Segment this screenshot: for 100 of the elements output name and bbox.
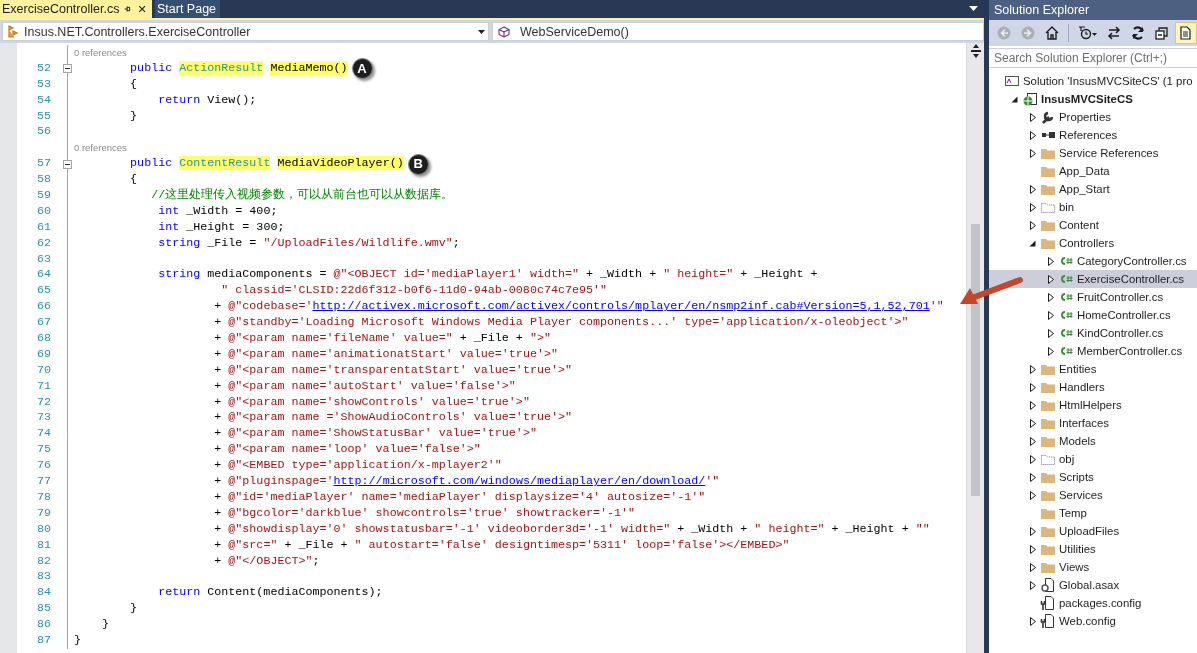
callout-marker: A	[351, 58, 373, 80]
tree-item[interactable]: ExerciseController.cs	[989, 270, 1197, 288]
tree-item[interactable]: References	[989, 126, 1197, 144]
tree-item[interactable]: Content	[989, 216, 1197, 234]
tree-item[interactable]: App_Data	[989, 162, 1197, 180]
files-icon[interactable]	[1178, 25, 1194, 41]
tree-item[interactable]: HtmlHelpers	[989, 396, 1197, 414]
collapsed-arrow-icon[interactable]	[1029, 184, 1036, 194]
tree-item[interactable]: packages.config	[989, 594, 1197, 612]
home-icon[interactable]	[1044, 25, 1060, 41]
collapse-all-icon[interactable]	[1154, 25, 1170, 41]
collapsed-arrow-icon[interactable]	[1029, 220, 1036, 230]
tree-item[interactable]: Properties	[989, 108, 1197, 126]
dropdown[interactable]: Insus.NET.Controllers.ExerciseController	[2, 22, 489, 41]
tree-item[interactable]: Entities	[989, 360, 1197, 378]
line-number: 55	[35, 108, 51, 125]
line-number: 65	[35, 283, 51, 300]
dropdown-caret-icon[interactable]	[969, 6, 978, 12]
scrollbar-thumb[interactable]	[971, 224, 980, 496]
collapsed-arrow-icon[interactable]	[1047, 256, 1054, 266]
refresh-icon[interactable]	[1130, 25, 1146, 41]
caret-icon	[478, 29, 485, 34]
tree-item[interactable]: Services	[989, 486, 1197, 504]
collapsed-arrow-icon[interactable]	[1029, 418, 1036, 428]
tree-item[interactable]: MemberController.cs	[989, 342, 1197, 360]
code-line: + @"pluginspage='http://microsoft.com/windows/mediaplayer/en/download/'"	[213, 474, 720, 490]
tree-item[interactable]: Web.config	[989, 612, 1197, 630]
collapsed-arrow-icon[interactable]	[1029, 202, 1036, 212]
collapsed-arrow-icon[interactable]	[1047, 274, 1054, 284]
collapsed-arrow-icon[interactable]	[1029, 562, 1036, 572]
collapsed-arrow-icon[interactable]	[1047, 346, 1054, 356]
line-number: 64	[35, 267, 51, 284]
collapsed-arrow-icon[interactable]	[1029, 382, 1036, 392]
tree-item[interactable]: Scripts	[989, 468, 1197, 486]
tree-item[interactable]: bin	[989, 198, 1197, 216]
collapsed-arrow-icon[interactable]	[1047, 292, 1054, 302]
collapsed-arrow-icon[interactable]	[1029, 580, 1036, 590]
tree-item[interactable]: Temp	[989, 504, 1197, 522]
tree-item[interactable]: InsusMVCSiteCS	[989, 90, 1197, 108]
expanded-arrow-icon[interactable]	[1029, 239, 1036, 247]
collapsed-arrow-icon[interactable]	[1029, 400, 1036, 410]
dropdown[interactable]: WebServiceDemo()	[492, 22, 984, 41]
collapsed-arrow-icon[interactable]	[1029, 436, 1036, 446]
tree-item[interactable]: Controllers	[989, 234, 1197, 252]
callout-marker: B	[407, 153, 429, 175]
collapsed-arrow-icon[interactable]	[1047, 310, 1054, 320]
code-line: {	[129, 172, 138, 189]
collapsed-arrow-icon[interactable]	[1029, 472, 1036, 482]
collapse-icon[interactable]	[63, 159, 72, 169]
search-field[interactable]: Search Solution Explorer (Ctrl+;)	[989, 48, 1197, 68]
line-number: 61	[35, 219, 51, 236]
tree-item[interactable]: Views	[989, 558, 1197, 576]
code-line: + @"<param name='autoStart' value='false'>"	[213, 378, 516, 395]
code-lens-link[interactable]: 0 references	[74, 45, 127, 61]
collapsed-arrow-icon[interactable]	[1029, 364, 1036, 374]
tree-item[interactable]: Global.asax	[989, 576, 1197, 594]
expanded-arrow-icon[interactable]	[1011, 95, 1018, 103]
tree-item[interactable]: HomeController.cs	[989, 306, 1197, 324]
collapsed-arrow-icon[interactable]	[1029, 544, 1036, 554]
tree-item[interactable]: Service References	[989, 144, 1197, 162]
tree-item[interactable]: Models	[989, 432, 1197, 450]
tree-item[interactable]: UploadFiles	[989, 522, 1197, 540]
tree-item[interactable]: CategoryController.cs	[989, 252, 1197, 270]
code-line: //这里处理传入视频参数，可以从前台也可以从数据库。	[150, 188, 454, 204]
sync-arrows-icon[interactable]	[1106, 25, 1122, 41]
tree-item[interactable]: Utilities	[989, 540, 1197, 558]
line-number: 68	[35, 331, 51, 347]
collapsed-arrow-icon[interactable]	[1029, 490, 1036, 500]
tree-item[interactable]: Interfaces	[989, 414, 1197, 432]
collapsed-arrow-icon[interactable]	[1029, 148, 1036, 158]
document-tab[interactable]: Start Page	[155, 0, 221, 18]
code-line: + @"codebase='http://activex.microsoft.com/activex/controls/mplayer/en/nsmp2inf.cab#Version=5,1,52,701'"	[213, 299, 944, 316]
link[interactable]: http://microsoft.com/windows/mediaplayer/en/download/	[333, 474, 706, 489]
tree-item[interactable]: FruitController.cs	[989, 288, 1197, 306]
link[interactable]: http://activex.microsoft.com/activex/controls/mplayer/en/nsmp2inf.cab#Version=5,1,52,701	[312, 299, 930, 314]
clock-icon[interactable]	[1077, 25, 1098, 41]
solution-icon	[1004, 73, 1020, 89]
line-number: 83	[35, 569, 51, 586]
document-tab[interactable]: ExerciseController.cs	[0, 0, 152, 18]
close-icon[interactable]	[137, 4, 146, 14]
collapsed-arrow-icon[interactable]	[1047, 328, 1054, 338]
collapsed-arrow-icon[interactable]	[1029, 130, 1036, 140]
pin-icon[interactable]	[123, 4, 132, 14]
collapse-icon[interactable]	[63, 64, 72, 74]
code-line: return View();	[157, 92, 257, 109]
collapsed-arrow-icon[interactable]	[1029, 616, 1036, 626]
code-line: " classid='CLSID:22d6f312-b0f6-11d0-94ab-0080c74c7e95'"	[220, 283, 608, 300]
tree-item[interactable]: obj	[989, 450, 1197, 468]
collapsed-arrow-icon[interactable]	[1029, 112, 1036, 122]
tree-item[interactable]: KindController.cs	[989, 324, 1197, 342]
split-handle-icon[interactable]	[969, 44, 982, 58]
tree-item[interactable]: App_Start	[989, 180, 1197, 198]
line-number: 77	[35, 474, 51, 490]
tree-item[interactable]: Handlers	[989, 378, 1197, 396]
tree-item[interactable]: Solution 'InsusMVCSiteCS' (1 pro	[989, 72, 1197, 90]
code-lens-link[interactable]: 0 references	[74, 140, 127, 157]
code-line: int _Width = 400;	[157, 203, 278, 220]
code-line: + @"<param name='showControls' value='true'>"	[213, 394, 530, 411]
collapsed-arrow-icon[interactable]	[1029, 526, 1036, 536]
collapsed-arrow-icon[interactable]	[1029, 454, 1036, 464]
